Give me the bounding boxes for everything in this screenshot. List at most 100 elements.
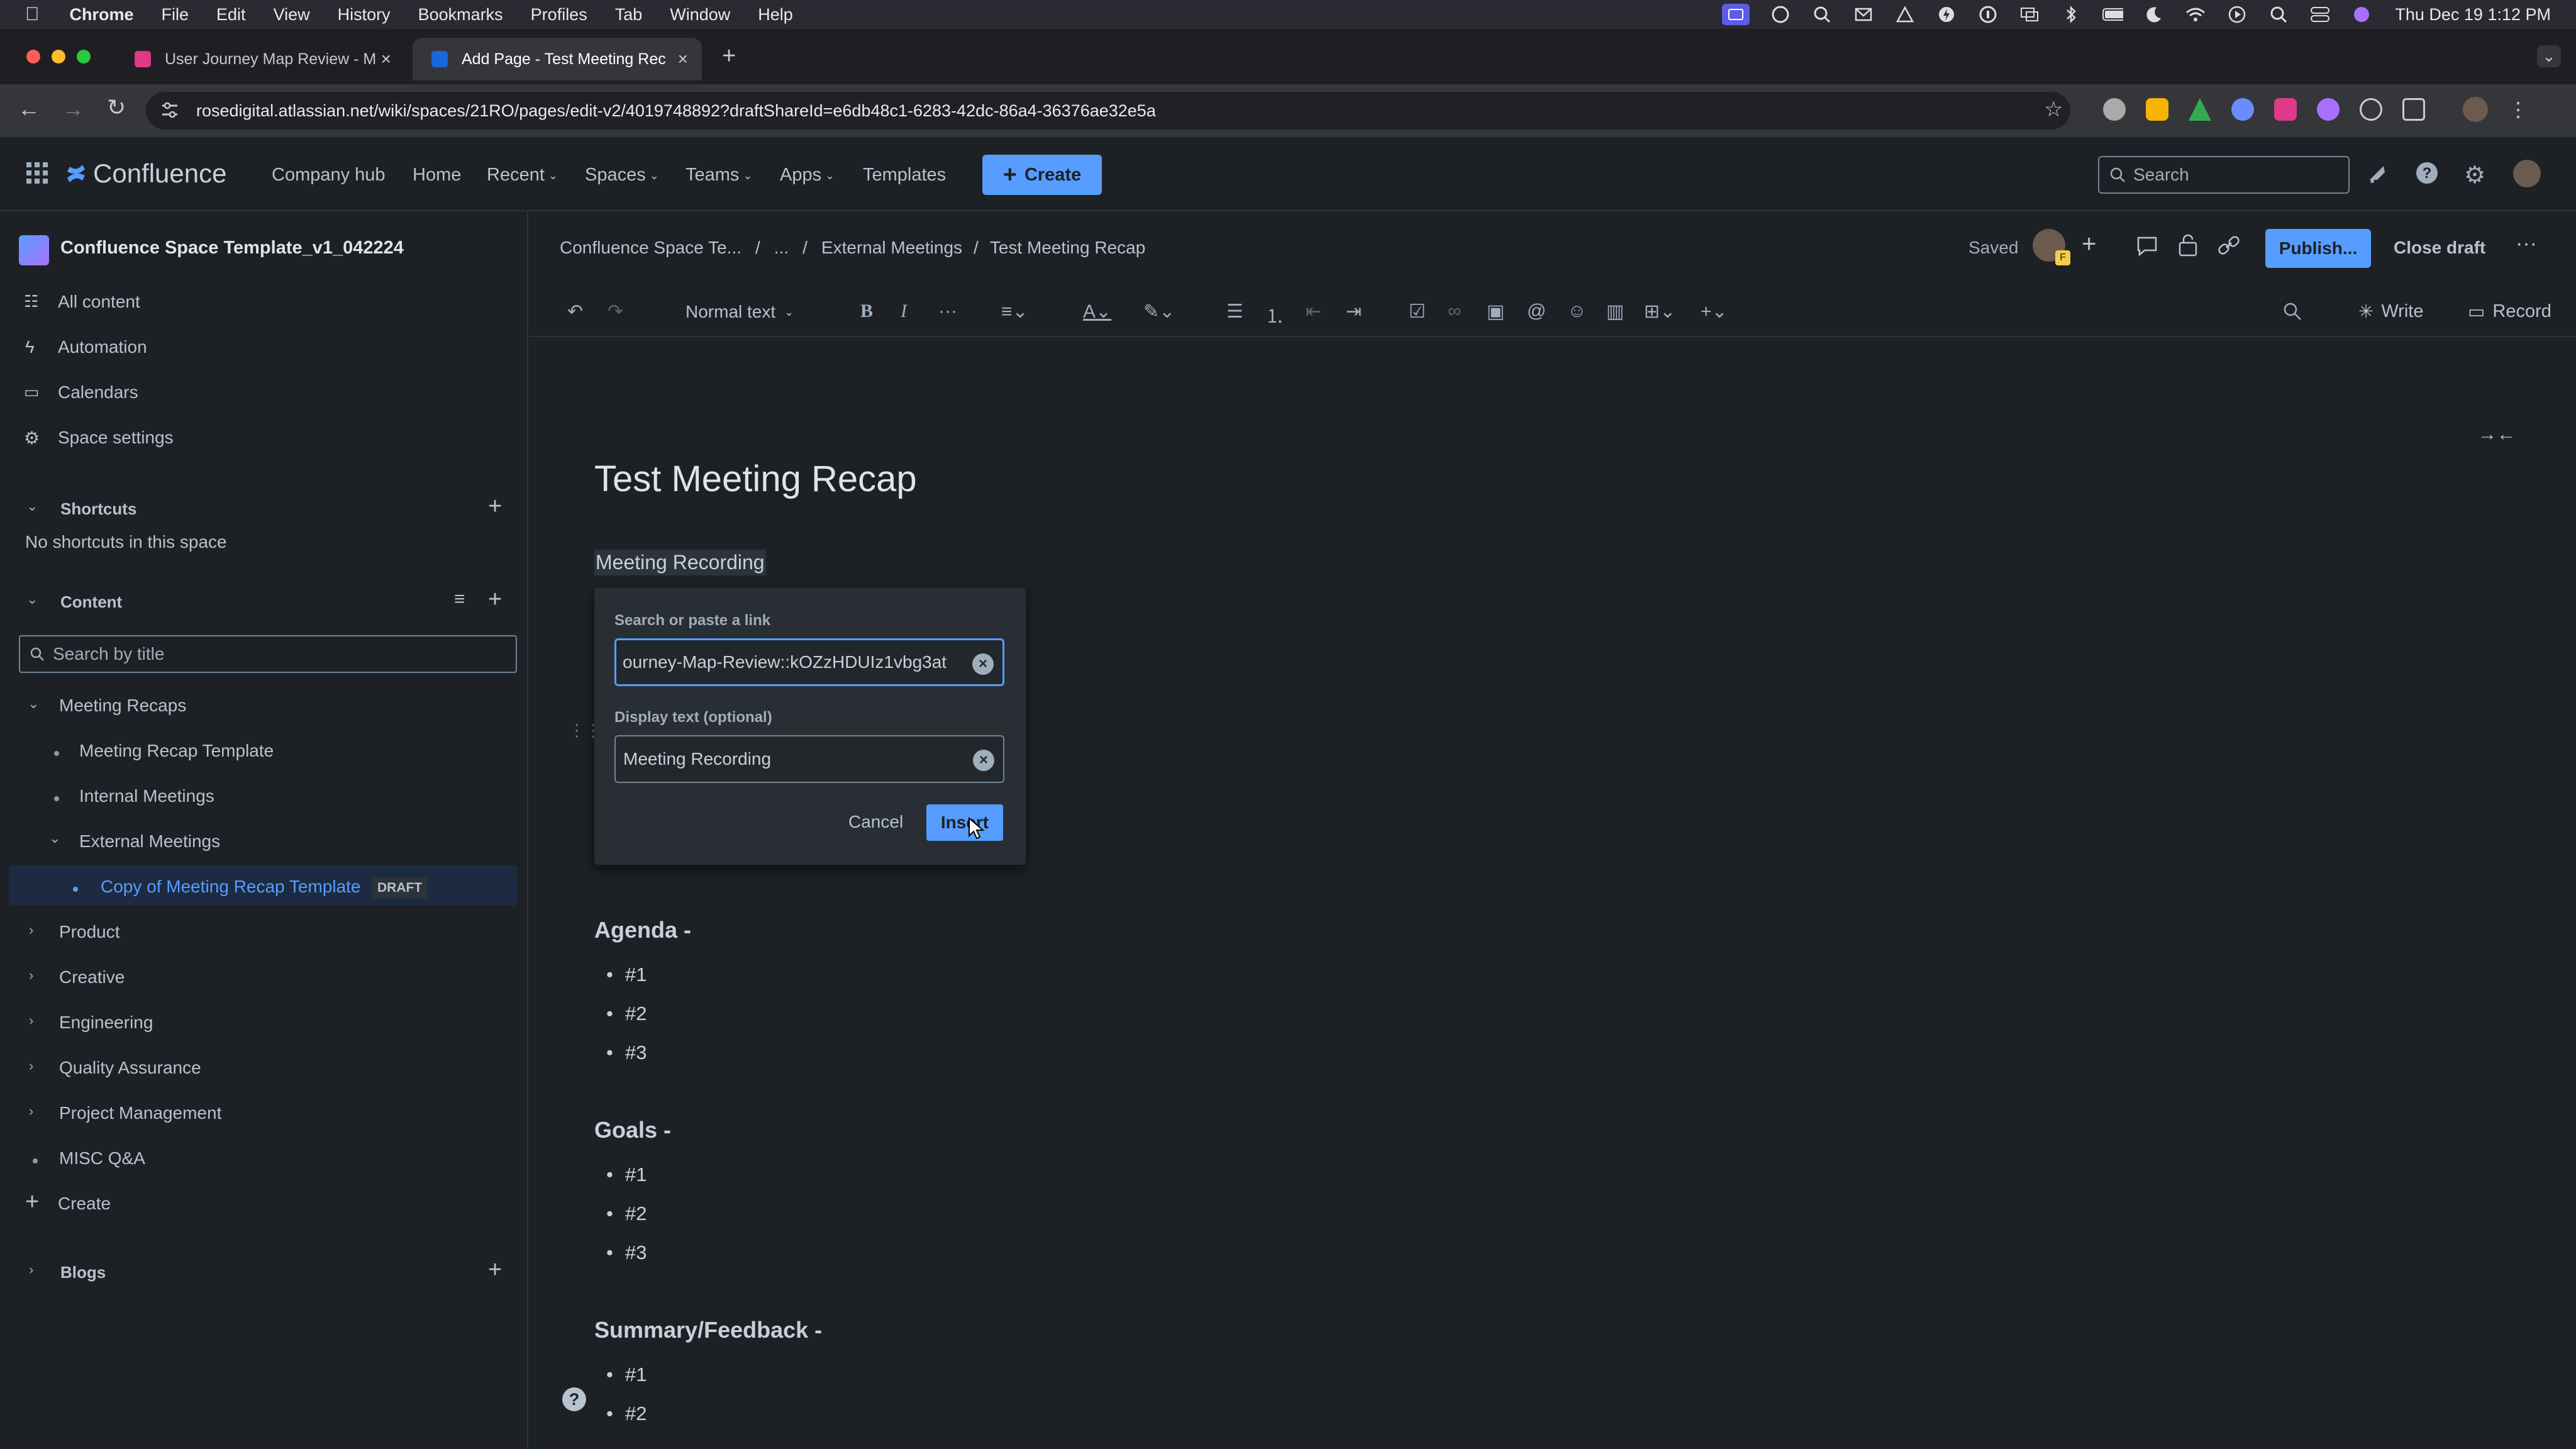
grammarly-extension-icon[interactable] — [2360, 98, 2382, 121]
breadcrumb-ellipsis[interactable]: ... — [774, 238, 789, 258]
drive-icon[interactable] — [1894, 4, 1916, 25]
display-text-input[interactable]: Meeting Recording × — [614, 735, 1004, 783]
content-heading[interactable]: Content — [60, 592, 122, 612]
settings-gear-icon[interactable]: ⚙ — [2464, 161, 2485, 189]
mention-icon[interactable]: @ — [1527, 301, 1546, 322]
chevron-down-icon[interactable]: ⌄ — [28, 696, 39, 712]
add-shortcut-icon[interactable]: + — [488, 493, 502, 520]
indent-icon[interactable]: ⇥ — [1346, 301, 1362, 323]
new-tab-icon[interactable]: + — [722, 43, 736, 70]
record-button[interactable]: ▭ Record — [2468, 301, 2551, 323]
breadcrumb-space[interactable]: Confluence Space Te... — [560, 238, 741, 258]
tree-item-project-management[interactable]: Project Management — [59, 1103, 221, 1123]
insert-more-icon[interactable]: +⌄ — [1701, 301, 1728, 323]
chevron-down-icon[interactable]: ⌄ — [49, 830, 60, 847]
goals-item[interactable]: #2 — [606, 1202, 647, 1225]
bookmark-star-icon[interactable]: ☆ — [2044, 97, 2063, 122]
chevron-right-icon[interactable]: › — [29, 1262, 33, 1278]
chevron-right-icon[interactable]: › — [29, 1058, 33, 1074]
layouts-icon[interactable]: ▥ — [1606, 301, 1624, 323]
page-title[interactable]: Test Meeting Recap — [594, 458, 917, 500]
image-icon[interactable]: ▣ — [1487, 301, 1504, 323]
close-draft-button[interactable]: Close draft — [2394, 238, 2485, 258]
write-button[interactable]: ✳ Write — [2358, 301, 2423, 323]
emoji-icon[interactable]: ☺ — [1567, 301, 1587, 322]
kebab-menu-icon[interactable]: ⋮ — [2508, 97, 2528, 121]
window-close-button[interactable] — [26, 50, 40, 64]
space-avatar[interactable] — [19, 235, 49, 265]
menu-tab[interactable]: Tab — [615, 5, 643, 25]
chevron-down-icon[interactable]: ⌄ — [26, 591, 38, 608]
table-icon[interactable]: ⊞⌄ — [1644, 301, 1675, 323]
nav-home[interactable]: Home — [413, 165, 461, 186]
nav-spaces[interactable]: Spaces ⌄ — [585, 165, 659, 186]
window-minimize-button[interactable] — [52, 50, 65, 64]
sidebar-item-calendars[interactable]: Calendars — [58, 382, 138, 402]
create-button[interactable]: + Create — [982, 155, 1102, 195]
agenda-item[interactable]: #2 — [606, 1002, 647, 1025]
menu-history[interactable]: History — [338, 5, 391, 25]
more-actions-icon[interactable]: ··· — [2516, 231, 2537, 256]
chevron-right-icon[interactable]: › — [29, 1013, 33, 1029]
tree-item-internal-meetings[interactable]: Internal Meetings — [79, 786, 214, 806]
link-url-input[interactable]: ourney-Map-Review::kOZzHDUIz1vbg3at × — [614, 638, 1004, 686]
site-info-icon[interactable] — [160, 101, 180, 119]
text-color-icon[interactable]: A⌄ — [1083, 301, 1111, 323]
menu-bookmarks[interactable]: Bookmarks — [418, 5, 503, 25]
puzzle-icon[interactable] — [2402, 98, 2425, 121]
help-icon[interactable]: ? — [561, 1386, 587, 1413]
add-blog-icon[interactable]: + — [488, 1257, 502, 1284]
wifi-icon[interactable] — [2185, 4, 2206, 25]
global-search-input[interactable]: Search — [2098, 156, 2350, 194]
tree-item-copy-of-template[interactable]: Copy of Meeting Recap Template — [101, 877, 361, 897]
summary-item[interactable]: #1 — [606, 1363, 647, 1386]
extension-bolt-icon[interactable] — [2146, 98, 2168, 121]
breadcrumb-current-page[interactable]: Test Meeting Recap — [990, 238, 1145, 258]
tree-item-engineering[interactable]: Engineering — [59, 1013, 153, 1033]
text-style-dropdown[interactable]: Normal text ⌄ — [686, 302, 794, 322]
action-item-checkbox-icon[interactable]: ☑ — [1409, 301, 1426, 323]
confluence-logo[interactable]: Confluence — [65, 158, 226, 189]
nav-company-hub[interactable]: Company hub — [272, 165, 386, 186]
app-switcher-icon[interactable] — [26, 162, 48, 184]
battery-icon[interactable] — [2102, 4, 2124, 25]
more-formatting-icon[interactable]: ··· — [938, 301, 957, 322]
tree-item-product[interactable]: Product — [59, 922, 120, 942]
italic-icon[interactable]: I — [901, 301, 907, 322]
extension-icon[interactable] — [2231, 98, 2254, 121]
summary-heading[interactable]: Summary/Feedback - — [594, 1317, 822, 1343]
search-app-icon[interactable] — [1811, 4, 1833, 25]
clear-url-icon[interactable]: × — [972, 653, 994, 675]
url-text[interactable]: rosedigital.atlassian.net/wiki/spaces/21… — [196, 101, 1156, 121]
nav-teams[interactable]: Teams ⌄ — [686, 165, 753, 186]
screen-share-icon[interactable] — [1722, 4, 1750, 25]
bullet-list-icon[interactable]: ☰ — [1226, 301, 1243, 323]
undo-icon[interactable]: ↶ — [567, 301, 583, 323]
apple-icon[interactable]:  — [25, 4, 40, 25]
window-zoom-button[interactable] — [77, 50, 91, 64]
outdent-icon[interactable]: ⇤ — [1306, 301, 1321, 323]
goals-item[interactable]: #1 — [606, 1163, 647, 1186]
display-icon[interactable] — [2019, 4, 2040, 25]
help-icon[interactable]: ? — [2415, 161, 2439, 185]
close-tab-icon[interactable]: × — [381, 49, 391, 69]
bluetooth-icon[interactable] — [2060, 4, 2082, 25]
extension-icon[interactable] — [2274, 98, 2297, 121]
forward-arrow-icon[interactable]: → — [62, 96, 84, 122]
extension-icon[interactable] — [2317, 98, 2340, 121]
copy-link-icon[interactable] — [2218, 235, 2240, 257]
cancel-button[interactable]: Cancel — [848, 812, 903, 832]
bold-icon[interactable]: B — [860, 301, 873, 322]
redo-icon[interactable]: ↷ — [608, 301, 623, 323]
moon-icon[interactable] — [2143, 4, 2165, 25]
browser-tab-add-page[interactable]: Add Page - Test Meeting Rec × — [413, 38, 702, 80]
comment-icon[interactable] — [2136, 235, 2158, 257]
tree-item-creative[interactable]: Creative — [59, 967, 125, 987]
mail-app-icon[interactable] — [1853, 4, 1874, 25]
chevron-right-icon[interactable]: › — [29, 1103, 33, 1119]
selected-link-text[interactable]: Meeting Recording — [594, 550, 766, 575]
nav-recent[interactable]: Recent ⌄ — [487, 165, 558, 186]
tab-search-icon[interactable]: ⌄ — [2537, 45, 2561, 67]
nav-templates[interactable]: Templates — [863, 165, 946, 186]
collapse-width-icon[interactable]: →← — [2478, 424, 2516, 445]
